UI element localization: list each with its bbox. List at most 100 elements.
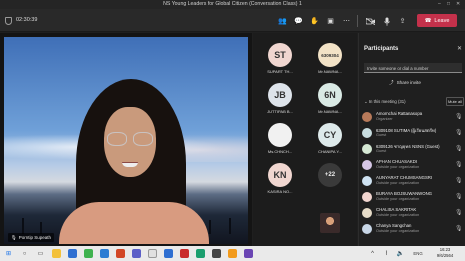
more-actions-icon[interactable]: ⋯ bbox=[340, 15, 353, 27]
participant-role: Organizer bbox=[376, 117, 393, 121]
participant-row[interactable]: Chanya Sangchan Outside your organizatio… bbox=[362, 221, 464, 237]
presenter-video: 🎙 Porntip Supeath bbox=[4, 37, 248, 244]
avatar bbox=[362, 224, 372, 234]
camera-icon[interactable] bbox=[364, 15, 377, 27]
invite-input[interactable]: Invite someone or dial a number bbox=[364, 63, 462, 73]
participant-tile[interactable]: CY CHANIPA Y... bbox=[305, 119, 355, 159]
microphone-icon: 🎙 bbox=[11, 234, 17, 240]
avatar bbox=[362, 192, 372, 202]
avatar: 6309304 bbox=[318, 43, 342, 67]
powerpoint-icon[interactable] bbox=[116, 249, 125, 258]
leave-button[interactable]: ☎ Leave bbox=[417, 14, 457, 27]
network-icon[interactable]: ⌇ bbox=[382, 249, 391, 258]
in-meeting-header[interactable]: ⌄ In this meeting (31) bbox=[364, 99, 406, 105]
volume-icon[interactable]: 🔈 bbox=[396, 249, 405, 258]
chevron-down-icon: ⌄ bbox=[364, 99, 368, 104]
chat-icon[interactable]: 💬 bbox=[292, 15, 305, 27]
participant-role: Outside your organization bbox=[376, 181, 420, 185]
participant-row[interactable]: BURAYA BOJSUWANWONG Outside your organiz… bbox=[362, 189, 464, 205]
word-icon[interactable] bbox=[100, 249, 109, 258]
participant-name: CHANIPA Y... bbox=[318, 149, 342, 154]
microphone-muted-icon: 🎙 bbox=[455, 114, 463, 120]
app-icon[interactable] bbox=[212, 249, 221, 258]
participant-video-grid: ST SUPART TH... 6309304 Mr.NAWNA... JB J… bbox=[253, 33, 357, 246]
windows-start-icon[interactable]: ⊞ bbox=[4, 249, 13, 258]
meeting-timer: 02:30:39 bbox=[16, 17, 38, 23]
window-title: NS Young Leaders for Global Citizen (Con… bbox=[163, 1, 302, 7]
participant-row[interactable]: CHALISA SAKRITAK Outside your organizati… bbox=[362, 205, 464, 221]
participant-row[interactable]: 6309126 ชาญยุทธ NSNS (Guest) Guest 🎙 bbox=[362, 141, 464, 157]
presenter-smile bbox=[122, 162, 138, 167]
phone-hangup-icon: ☎ bbox=[424, 17, 432, 24]
more-participants-tile[interactable]: +22 bbox=[305, 159, 355, 199]
microphone-muted-icon: 🎙 bbox=[455, 226, 463, 232]
mute-all-button[interactable]: Mute all bbox=[446, 97, 464, 106]
rooms-icon[interactable]: ▣ bbox=[324, 15, 337, 27]
participant-name: BURAYA BOJSUWANWONG bbox=[376, 191, 433, 196]
taskbar-clock[interactable]: 16:23 9/6/2564 bbox=[431, 247, 459, 259]
participant-tile[interactable]: 6309304 Mr.NAWNA... bbox=[305, 39, 355, 79]
avatar: CY bbox=[318, 123, 342, 147]
window-title-bar: NS Young Leaders for Global Citizen (Con… bbox=[0, 0, 465, 9]
microphone-muted-icon: 🎙 bbox=[455, 178, 463, 184]
palm-tree bbox=[209, 220, 211, 234]
language-indicator[interactable]: ENG bbox=[410, 249, 426, 258]
participant-row[interactable]: 6309108 SUTIMA (ผู้เรียนสตรีท) Guest 🎙 bbox=[362, 125, 464, 141]
avatar bbox=[362, 128, 372, 138]
teams-icon[interactable] bbox=[132, 249, 141, 258]
participant-name: CHALISA SAKRITAK bbox=[376, 207, 417, 212]
app-icon[interactable] bbox=[228, 249, 237, 258]
close-icon[interactable]: ✕ bbox=[457, 45, 462, 52]
maximize-icon[interactable]: □ bbox=[447, 1, 450, 7]
line-icon[interactable] bbox=[84, 249, 93, 258]
share-screen-icon[interactable]: ⇪ bbox=[396, 15, 409, 27]
participant-name: Ms.CHNCH... bbox=[267, 149, 293, 154]
participant-tile[interactable]: JB JUTTIPAB B... bbox=[255, 79, 305, 119]
raise-hand-icon[interactable]: ✋ bbox=[308, 15, 321, 27]
chrome-icon[interactable] bbox=[148, 249, 157, 258]
more-participants-count: +22 bbox=[318, 163, 342, 187]
participant-row[interactable]: APHAN CHUASAKDI Outside your organizatio… bbox=[362, 157, 464, 173]
share-invite-label: Share invite bbox=[396, 80, 421, 85]
microphone-muted-icon: 🎙 bbox=[455, 146, 463, 152]
windows-taskbar: ⊞ ○ ▭ ^ ⌇ 🔈 ENG 16:23 9/6/2564 bbox=[0, 246, 465, 261]
presenter-glasses bbox=[107, 132, 154, 146]
participant-name: AUNYARAT CHUMSANGSRI bbox=[376, 175, 433, 180]
participant-name: Mr.NAWNA... bbox=[318, 109, 342, 114]
microphone-icon[interactable] bbox=[380, 15, 393, 27]
file-explorer-icon[interactable] bbox=[52, 249, 61, 258]
avatar bbox=[268, 123, 292, 147]
task-view-icon[interactable]: ▭ bbox=[36, 249, 45, 258]
tray-chevron-icon[interactable]: ^ bbox=[368, 249, 377, 258]
self-view-photo bbox=[320, 213, 340, 233]
participant-tile[interactable]: Ms.CHNCH... bbox=[255, 119, 305, 159]
participant-role: Guest bbox=[376, 149, 387, 153]
app-icon[interactable] bbox=[196, 249, 205, 258]
microphone-muted-icon: 🎙 bbox=[455, 194, 463, 200]
minimize-icon[interactable]: – bbox=[438, 1, 441, 7]
people-icon[interactable]: 👥 bbox=[276, 15, 289, 27]
participant-row[interactable]: Amornchai Rattanasopa Organizer 🎙 bbox=[362, 109, 464, 125]
share-invite-button[interactable]: ⤴ Share invite bbox=[389, 78, 421, 87]
self-view-tile[interactable] bbox=[305, 209, 355, 239]
palm-tree bbox=[229, 218, 231, 234]
search-icon[interactable]: ○ bbox=[20, 249, 29, 258]
in-meeting-label: In this meeting (31) bbox=[368, 99, 406, 104]
participant-role: Outside your organization bbox=[376, 197, 420, 201]
edge-icon[interactable] bbox=[68, 249, 77, 258]
presenter-name: Porntip Supeath bbox=[18, 235, 51, 240]
app-icon[interactable] bbox=[244, 249, 253, 258]
participant-name: Chanya Sangchan bbox=[376, 223, 412, 228]
app-icon[interactable] bbox=[180, 249, 189, 258]
participant-tile[interactable]: KN KASIRA NO... bbox=[255, 159, 305, 199]
participant-role: Outside your organization bbox=[376, 165, 420, 169]
participant-tile[interactable]: ST SUPART TH... bbox=[255, 39, 305, 79]
zoom-icon[interactable] bbox=[164, 249, 173, 258]
close-window-icon[interactable]: ✕ bbox=[456, 1, 460, 7]
panel-title: Participants bbox=[364, 46, 399, 52]
participant-name: JUTTIPAB B... bbox=[267, 109, 293, 114]
participant-name: APHAN CHUASAKDI bbox=[376, 159, 418, 164]
participant-row[interactable]: AUNYARAT CHUMSANGSRI Outside your organi… bbox=[362, 173, 464, 189]
participant-tile[interactable]: 6N Mr.NAWNA... bbox=[305, 79, 355, 119]
participant-name: 6309126 ชาญยุทธ NSNS (Guest) bbox=[376, 144, 440, 149]
